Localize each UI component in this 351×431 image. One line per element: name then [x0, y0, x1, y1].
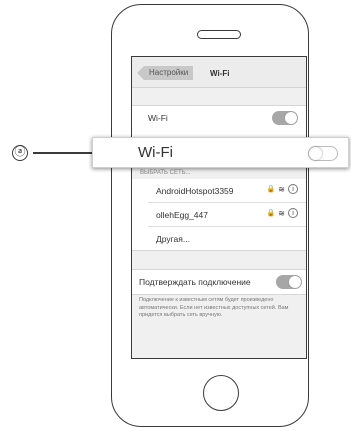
callout-marker: ⓐ	[12, 145, 28, 161]
nav-bar: Настройки Wi-Fi	[132, 57, 306, 88]
ask-to-join-group: Подтверждать подключение	[132, 269, 306, 295]
other-network-row[interactable]: Другая...	[132, 227, 306, 250]
other-network-label: Другая...	[156, 234, 190, 244]
ask-to-join-toggle[interactable]	[276, 275, 302, 289]
lock-icon: 🔒	[266, 210, 276, 217]
wifi-row[interactable]: Wi-Fi	[132, 106, 306, 129]
network-row[interactable]: ollehEgg_447 🔒 ≋ i	[132, 203, 306, 226]
toggle-knob	[285, 112, 297, 124]
toggle-knob	[289, 276, 301, 288]
home-button[interactable]	[203, 375, 239, 411]
toggle-knob	[309, 147, 322, 160]
wifi-toggle[interactable]	[272, 111, 298, 125]
info-icon[interactable]: i	[288, 208, 298, 218]
wifi-row-label: Wi-Fi	[148, 113, 168, 123]
network-row[interactable]: AndroidHotspot3359 🔒 ≋ i	[132, 179, 306, 202]
callout-leader-line	[33, 152, 93, 154]
callout-wifi-toggle[interactable]	[308, 146, 338, 161]
info-icon[interactable]: i	[288, 184, 298, 194]
network-list: AndroidHotspot3359 🔒 ≋ i ollehEgg_447 🔒 …	[132, 179, 306, 251]
wifi-icon: ≋	[278, 184, 285, 194]
back-button[interactable]: Настройки	[137, 66, 194, 80]
network-name: AndroidHotspot3359	[156, 186, 234, 196]
callout-wifi-label: Wi-Fi	[138, 144, 173, 161]
ask-to-join-row[interactable]: Подтверждать подключение	[132, 270, 306, 293]
page-title: Wi-Fi	[210, 69, 230, 78]
network-name: ollehEgg_447	[156, 210, 208, 220]
phone-screen: Настройки Wi-Fi Wi-Fi ВЫБРАТЬ СЕТЬ... An…	[131, 56, 307, 359]
ask-to-join-label: Подтверждать подключение	[139, 277, 251, 287]
section-header: ВЫБРАТЬ СЕТЬ...	[140, 170, 191, 176]
speaker-slot	[197, 30, 241, 39]
lock-icon: 🔒	[266, 186, 276, 193]
ask-to-join-note: Подключение к известным сетям будет прои…	[139, 297, 289, 318]
callout-wifi-row: Wi-Fi	[92, 137, 349, 168]
wifi-icon: ≋	[278, 208, 285, 218]
